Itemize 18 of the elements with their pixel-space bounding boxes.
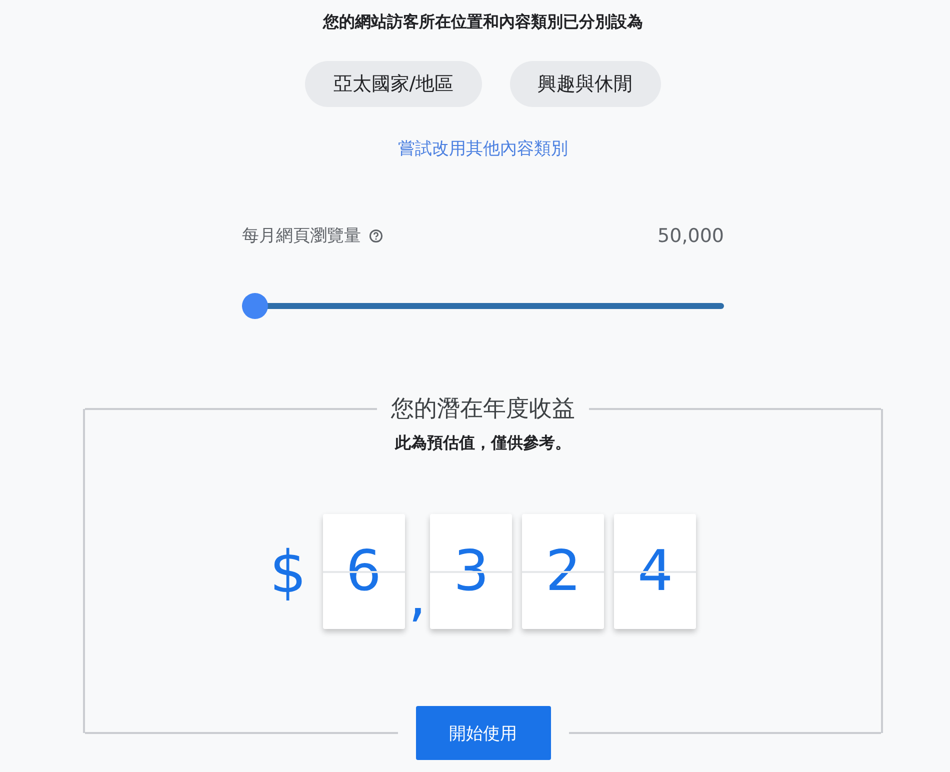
estimate-note: 此為預估值，僅供參考。: [395, 433, 571, 454]
digit-card: 2: [522, 514, 604, 629]
get-started-button[interactable]: 開始使用: [416, 706, 550, 760]
category-chip[interactable]: 興趣與休閒: [510, 61, 661, 107]
pageviews-value: 50,000: [658, 224, 724, 246]
change-category-link[interactable]: 嘗試改用其他內容類別: [398, 137, 568, 160]
currency-sign: $: [270, 538, 307, 606]
thousands-separator: ,: [408, 564, 426, 629]
panel-title: 您的潛在年度收益: [391, 395, 575, 424]
digit-card: 6: [322, 514, 405, 629]
help-icon[interactable]: [369, 228, 383, 242]
slider-thumb[interactable]: [242, 293, 268, 319]
intro-text: 您的網站訪客所在位置和內容類別已分別設為: [323, 12, 643, 33]
digit-card: 4: [614, 514, 696, 629]
digit-card: 3: [430, 514, 512, 629]
slider-track[interactable]: [242, 293, 724, 319]
category-chip[interactable]: 亞太國家/地區: [305, 61, 482, 107]
slider-label: 每月網頁瀏覽量: [242, 225, 361, 247]
